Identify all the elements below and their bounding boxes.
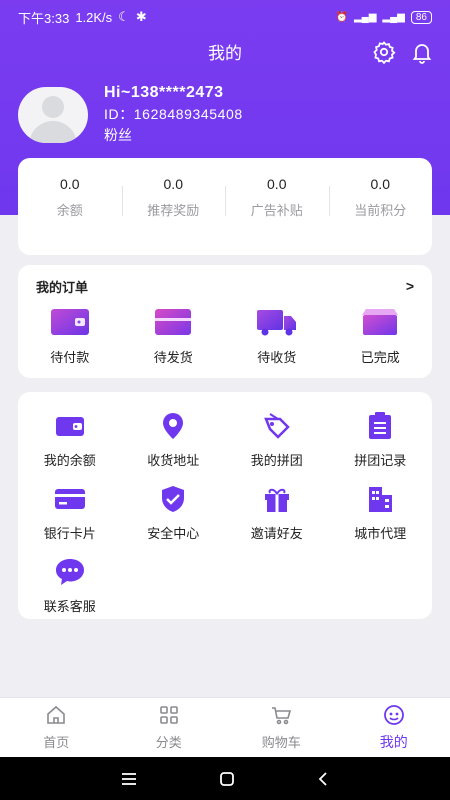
building-icon (364, 483, 396, 515)
page-title: 我的 (208, 43, 242, 63)
service-label: 银行卡片 (43, 526, 96, 541)
services-card: 我的余额 收货地址 我的拼团 拼团记录 银行卡片 安全中心 邀请好友 城市代理 … (18, 392, 432, 619)
truck-icon (256, 310, 296, 336)
stat-value: 0.0 (370, 176, 390, 192)
home-icon (47, 705, 66, 724)
stat-ad-subsidy[interactable]: 0.0 广告补贴 (225, 176, 329, 255)
bottom-tab-bar: 首页 分类 购物车 我的 (0, 697, 450, 757)
clipboard-icon (364, 410, 396, 442)
status-time: 下午3:33 (18, 10, 70, 26)
service-invite[interactable]: 邀请好友 (225, 483, 329, 542)
signal-icon: ▂▄▆ (353, 11, 377, 23)
profile-icon (383, 704, 404, 725)
grid-icon (159, 706, 178, 724)
box-icon (155, 309, 192, 335)
tab-mine[interactable]: 我的 (338, 698, 450, 757)
fans-label[interactable]: 粉丝 (104, 125, 243, 145)
package-icon (362, 309, 399, 335)
tab-label: 分类 (155, 735, 182, 750)
stat-points[interactable]: 0.0 当前积分 (328, 176, 433, 255)
wallet-icon (54, 410, 86, 442)
order-pending-receipt[interactable]: 待收货 (225, 307, 329, 366)
menu-icon[interactable] (120, 772, 138, 786)
tab-label: 购物车 (261, 735, 301, 750)
stat-value: 0.0 (60, 176, 80, 192)
service-label: 联系客服 (43, 599, 96, 614)
network-speed: 1.2K/s (75, 9, 113, 25)
shield-icon (157, 483, 189, 515)
bell-icon[interactable] (410, 40, 434, 64)
service-customer-support[interactable]: 联系客服 (18, 556, 122, 615)
status-bar: 下午3:33 1.2K/s ☾ ✱ ⏰ ▂▄▆ ▂▄▆ 86 (0, 0, 450, 34)
stat-referral-reward[interactable]: 0.0 推荐奖励 (121, 176, 226, 255)
tab-home[interactable]: 首页 (0, 698, 113, 757)
service-label: 收货地址 (147, 453, 200, 468)
user-name: Hi~138****2473 (104, 84, 224, 101)
stats-card: 0.0 余额 0.0 推荐奖励 0.0 广告补贴 0.0 当前积分 (18, 158, 432, 255)
orders-header[interactable]: 我的订单 > (18, 265, 432, 307)
alarm-icon: ⏰ (335, 11, 348, 23)
top-bar: 我的 (0, 36, 450, 66)
stat-label: 当前积分 (354, 203, 407, 218)
stat-balance[interactable]: 0.0 余额 (18, 176, 122, 255)
stat-label: 余额 (56, 203, 83, 218)
order-label: 待收货 (257, 350, 297, 365)
service-address[interactable]: 收货地址 (122, 410, 226, 469)
system-navigation-bar (0, 757, 450, 800)
orders-card: 我的订单 > 待付款 待发货 待收货 已完成 (18, 265, 432, 378)
avatar[interactable] (18, 86, 88, 143)
chevron-right-icon[interactable]: > (406, 278, 414, 294)
signal-icon-2: ▂▄▆ (382, 11, 405, 23)
service-group-records[interactable]: 拼团记录 (329, 410, 433, 469)
location-pin-icon (157, 410, 189, 442)
service-label: 我的余额 (43, 453, 96, 468)
tab-cart[interactable]: 购物车 (225, 698, 338, 757)
service-security[interactable]: 安全中心 (122, 483, 226, 542)
wallet-icon (50, 309, 89, 335)
service-label: 城市代理 (354, 526, 407, 541)
order-completed[interactable]: 已完成 (329, 307, 433, 366)
tab-label: 我的 (379, 733, 408, 750)
gear-icon[interactable] (372, 40, 396, 64)
service-label: 我的拼团 (250, 453, 303, 468)
bluetooth-icon: ✱ (135, 9, 147, 24)
tab-category[interactable]: 分类 (113, 698, 226, 757)
user-id: ID：1628489345408 (104, 106, 243, 122)
service-my-group[interactable]: 我的拼团 (225, 410, 329, 469)
stat-label: 推荐奖励 (147, 203, 200, 218)
battery-level: 86 (410, 10, 432, 24)
chat-bubble-icon (54, 556, 86, 588)
service-label: 安全中心 (147, 526, 200, 541)
order-label: 已完成 (360, 350, 400, 365)
stat-value: 0.0 (267, 176, 287, 192)
home-button-icon[interactable] (219, 771, 235, 787)
tag-icon (261, 410, 293, 442)
service-balance[interactable]: 我的余额 (18, 410, 122, 469)
back-icon[interactable] (316, 771, 330, 787)
gift-icon (261, 483, 293, 515)
order-label: 待付款 (50, 350, 90, 365)
profile-header[interactable]: Hi~138****2473 ID：1628489345408 粉丝 (18, 84, 243, 145)
order-label: 待发货 (153, 350, 193, 365)
orders-title: 我的订单 (36, 279, 89, 295)
tab-label: 首页 (43, 735, 70, 750)
service-label: 邀请好友 (250, 526, 303, 541)
bank-card-icon (54, 483, 86, 515)
service-city-agent[interactable]: 城市代理 (329, 483, 433, 542)
stat-value: 0.0 (163, 176, 183, 192)
stat-label: 广告补贴 (250, 203, 303, 218)
order-pending-shipment[interactable]: 待发货 (122, 307, 226, 366)
service-label: 拼团记录 (354, 453, 407, 468)
order-pending-payment[interactable]: 待付款 (18, 307, 122, 366)
moon-icon: ☾ (118, 9, 130, 24)
cart-icon (272, 707, 292, 725)
service-bank-card[interactable]: 银行卡片 (18, 483, 122, 542)
